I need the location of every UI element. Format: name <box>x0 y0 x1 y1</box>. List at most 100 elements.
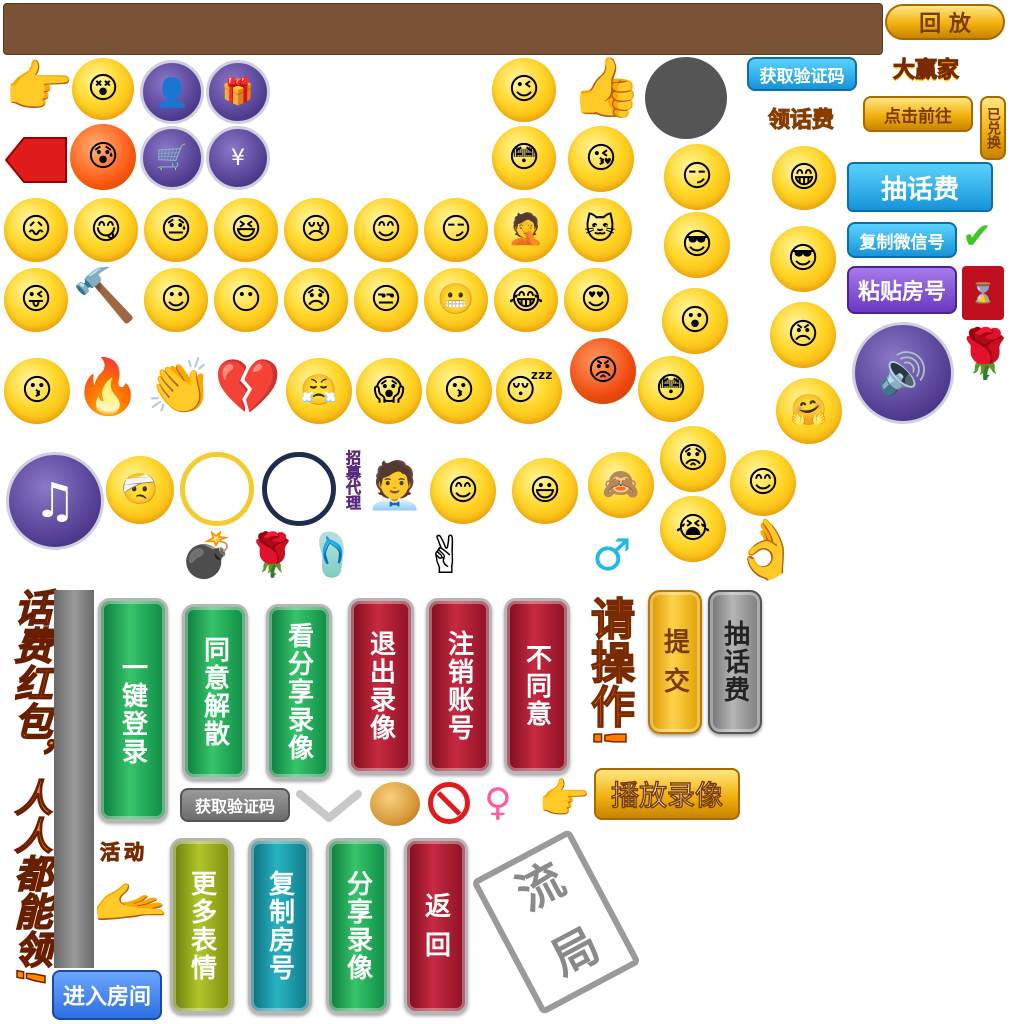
clap-emoji[interactable]: 👏 <box>146 360 213 414</box>
angry-shout-emoji[interactable]: 😠 <box>770 302 836 368</box>
female-icon: ♀ <box>484 780 512 824</box>
bomb-icon[interactable]: 💣 <box>180 534 235 578</box>
cool-emoji-2[interactable]: 😎 <box>770 226 836 292</box>
emoji-r3-5[interactable]: 😢 <box>284 198 348 262</box>
emoji-r4-9[interactable]: 😍 <box>564 268 628 332</box>
disagree-button[interactable]: 不同意 <box>504 598 570 774</box>
slippers-icon[interactable]: 🩴 <box>306 534 358 576</box>
play-replay-button[interactable]: 播放录像 <box>594 768 740 820</box>
voice-icon[interactable]: 🔊 <box>852 322 954 424</box>
emoji-r3-8[interactable]: 🤦 <box>494 198 558 262</box>
emoji-r3-7[interactable]: 😏 <box>424 198 488 262</box>
emoji-r3-3[interactable]: 😓 <box>144 198 208 262</box>
cart-icon[interactable]: 🛒 <box>140 126 204 190</box>
emoji-r6-7[interactable]: 😭 <box>660 496 726 562</box>
logout-account-button[interactable]: 注销账号 <box>426 598 492 774</box>
emoji-r6-4[interactable]: 🙈 <box>588 452 654 518</box>
activity-label: 活动 <box>100 840 148 865</box>
dark-circle <box>645 57 727 139</box>
back-button[interactable]: 返 回 <box>404 838 468 1014</box>
copy-room-button[interactable]: 复制房号 <box>248 838 312 1014</box>
agree-dissolve-button[interactable]: 同意解散 <box>182 604 248 780</box>
enter-room-button[interactable]: 进入房间 <box>52 970 162 1020</box>
emoji-r5-7[interactable]: 😗 <box>426 358 492 424</box>
emoji-r5-8[interactable]: 😴 <box>496 358 562 424</box>
please-operate-banner: 请操作! <box>582 595 635 749</box>
prohibited-icon[interactable] <box>428 782 470 824</box>
flushed-emoji[interactable]: 😳 <box>638 356 704 422</box>
victory-hand-icon[interactable]: ✌ <box>424 530 468 582</box>
fire-emoji[interactable]: 🔥 <box>74 360 141 414</box>
grin-emoji[interactable]: 😁 <box>772 146 836 210</box>
heart-icon[interactable] <box>4 128 68 192</box>
draw-game-stamp: 流 局 <box>470 828 642 1016</box>
emoji-r5-6[interactable]: 😱 <box>356 358 422 424</box>
emoji-r3-9[interactable]: 🐱 <box>568 198 632 262</box>
emoji-r6-6[interactable]: 😊 <box>730 450 796 516</box>
kiss-emoji[interactable]: 😘 <box>568 126 634 192</box>
emoji-r4-7[interactable]: 😬 <box>424 268 488 332</box>
one-key-login-button[interactable]: 一键登录 <box>98 598 168 822</box>
emoji-r3-2[interactable]: 😋 <box>74 198 138 262</box>
emoji-r4-8[interactable]: 😂 <box>494 268 558 332</box>
draw-fee-button[interactable]: 抽话费 <box>847 162 993 212</box>
wink-emoji[interactable]: 😉 <box>492 58 556 122</box>
get-code-grey-button[interactable]: 获取验证码 <box>180 788 290 822</box>
submit-button[interactable]: 提 交 <box>648 590 702 734</box>
emoji-r3-4[interactable]: 😆 <box>214 198 278 262</box>
emoji-r6-2[interactable]: 😊 <box>430 458 496 524</box>
check-icon: ✔ <box>962 216 993 257</box>
emoji-r4-6[interactable]: 😒 <box>354 268 418 332</box>
gold-ring <box>180 452 254 526</box>
replay-button[interactable]: 回 放 <box>885 4 1005 40</box>
open-hand-icon: 🫴 <box>92 864 170 937</box>
claim-fee-label: 领话费 <box>767 108 835 134</box>
ok-hand-icon[interactable]: 👌 <box>730 520 802 578</box>
sweat-emoji[interactable]: 😰 <box>70 124 136 190</box>
flower-icon[interactable]: 🌹 <box>246 534 298 576</box>
grey-strip <box>54 590 94 968</box>
share-replay-button[interactable]: 分享录像 <box>326 838 390 1014</box>
redeemed-badge: 已兑换 <box>980 96 1006 160</box>
get-code-button[interactable]: 获取验证码 <box>747 57 857 91</box>
hug-emoji[interactable]: 🤗 <box>776 378 842 444</box>
emoji-r3-1[interactable]: 😖 <box>4 198 68 262</box>
chevron-down-icon[interactable] <box>296 786 362 826</box>
emoji-r4-1[interactable]: 😜 <box>4 268 68 332</box>
avatar-icon[interactable]: 👤 <box>140 60 204 124</box>
sly-emoji[interactable]: 😏 <box>664 144 730 210</box>
agent-avatar-icon: 🧑‍💼 <box>366 458 424 512</box>
ticket-icon[interactable]: ¥ <box>206 126 270 190</box>
hammer-emoji[interactable]: 🔨 <box>72 270 137 322</box>
copy-wechat-button[interactable]: 复制微信号 <box>847 222 957 258</box>
emoji-r4-5[interactable]: 😞 <box>284 268 348 332</box>
egg-icon[interactable] <box>370 782 420 826</box>
more-emotes-button[interactable]: 更多表情 <box>170 838 234 1014</box>
pointing-hand-icon: 👉 <box>4 55 74 120</box>
dizzy-emoji[interactable]: 😵 <box>72 58 134 120</box>
emoji-r6-3[interactable]: 😃 <box>512 458 578 524</box>
emoji-r5-9[interactable]: 😡 <box>570 338 636 404</box>
emoji-r6-5[interactable]: 😟 <box>660 426 726 492</box>
click-go-button[interactable]: 点击前往 <box>863 96 973 132</box>
emoji-r4-4[interactable]: 😶 <box>214 268 278 332</box>
emoji-r3-6[interactable]: 😊 <box>354 198 418 262</box>
dark-ring <box>262 452 336 526</box>
view-share-replay-button[interactable]: 看分享录像 <box>266 604 332 780</box>
emoji-r6-1[interactable]: 🤕 <box>106 456 174 524</box>
point-hand-icon[interactable]: 👉 <box>538 778 590 820</box>
thumbs-up-icon[interactable]: 👍 <box>570 58 642 116</box>
shocked-emoji[interactable]: 😮 <box>662 288 728 354</box>
draw-fee-vertical-button[interactable]: 抽话费 <box>708 590 762 734</box>
broken-heart-icon[interactable]: 💔 <box>214 360 281 414</box>
emoji-r5-1[interactable]: 😗 <box>4 358 70 424</box>
exit-replay-button[interactable]: 退出录像 <box>348 598 414 774</box>
gift-icon[interactable]: 🎁 <box>206 60 270 124</box>
emoji-r4-3[interactable]: ☺ <box>144 268 208 332</box>
shy-emoji[interactable]: 😳 <box>492 126 556 190</box>
paste-room-button[interactable]: 粘贴房号 <box>847 266 957 314</box>
emoji-r5-5[interactable]: 😤 <box>286 358 352 424</box>
music-icon[interactable]: ♫ <box>6 452 104 550</box>
cool-emoji-1[interactable]: 😎 <box>664 212 730 278</box>
rose-icon[interactable]: 🌹 <box>955 330 1015 378</box>
